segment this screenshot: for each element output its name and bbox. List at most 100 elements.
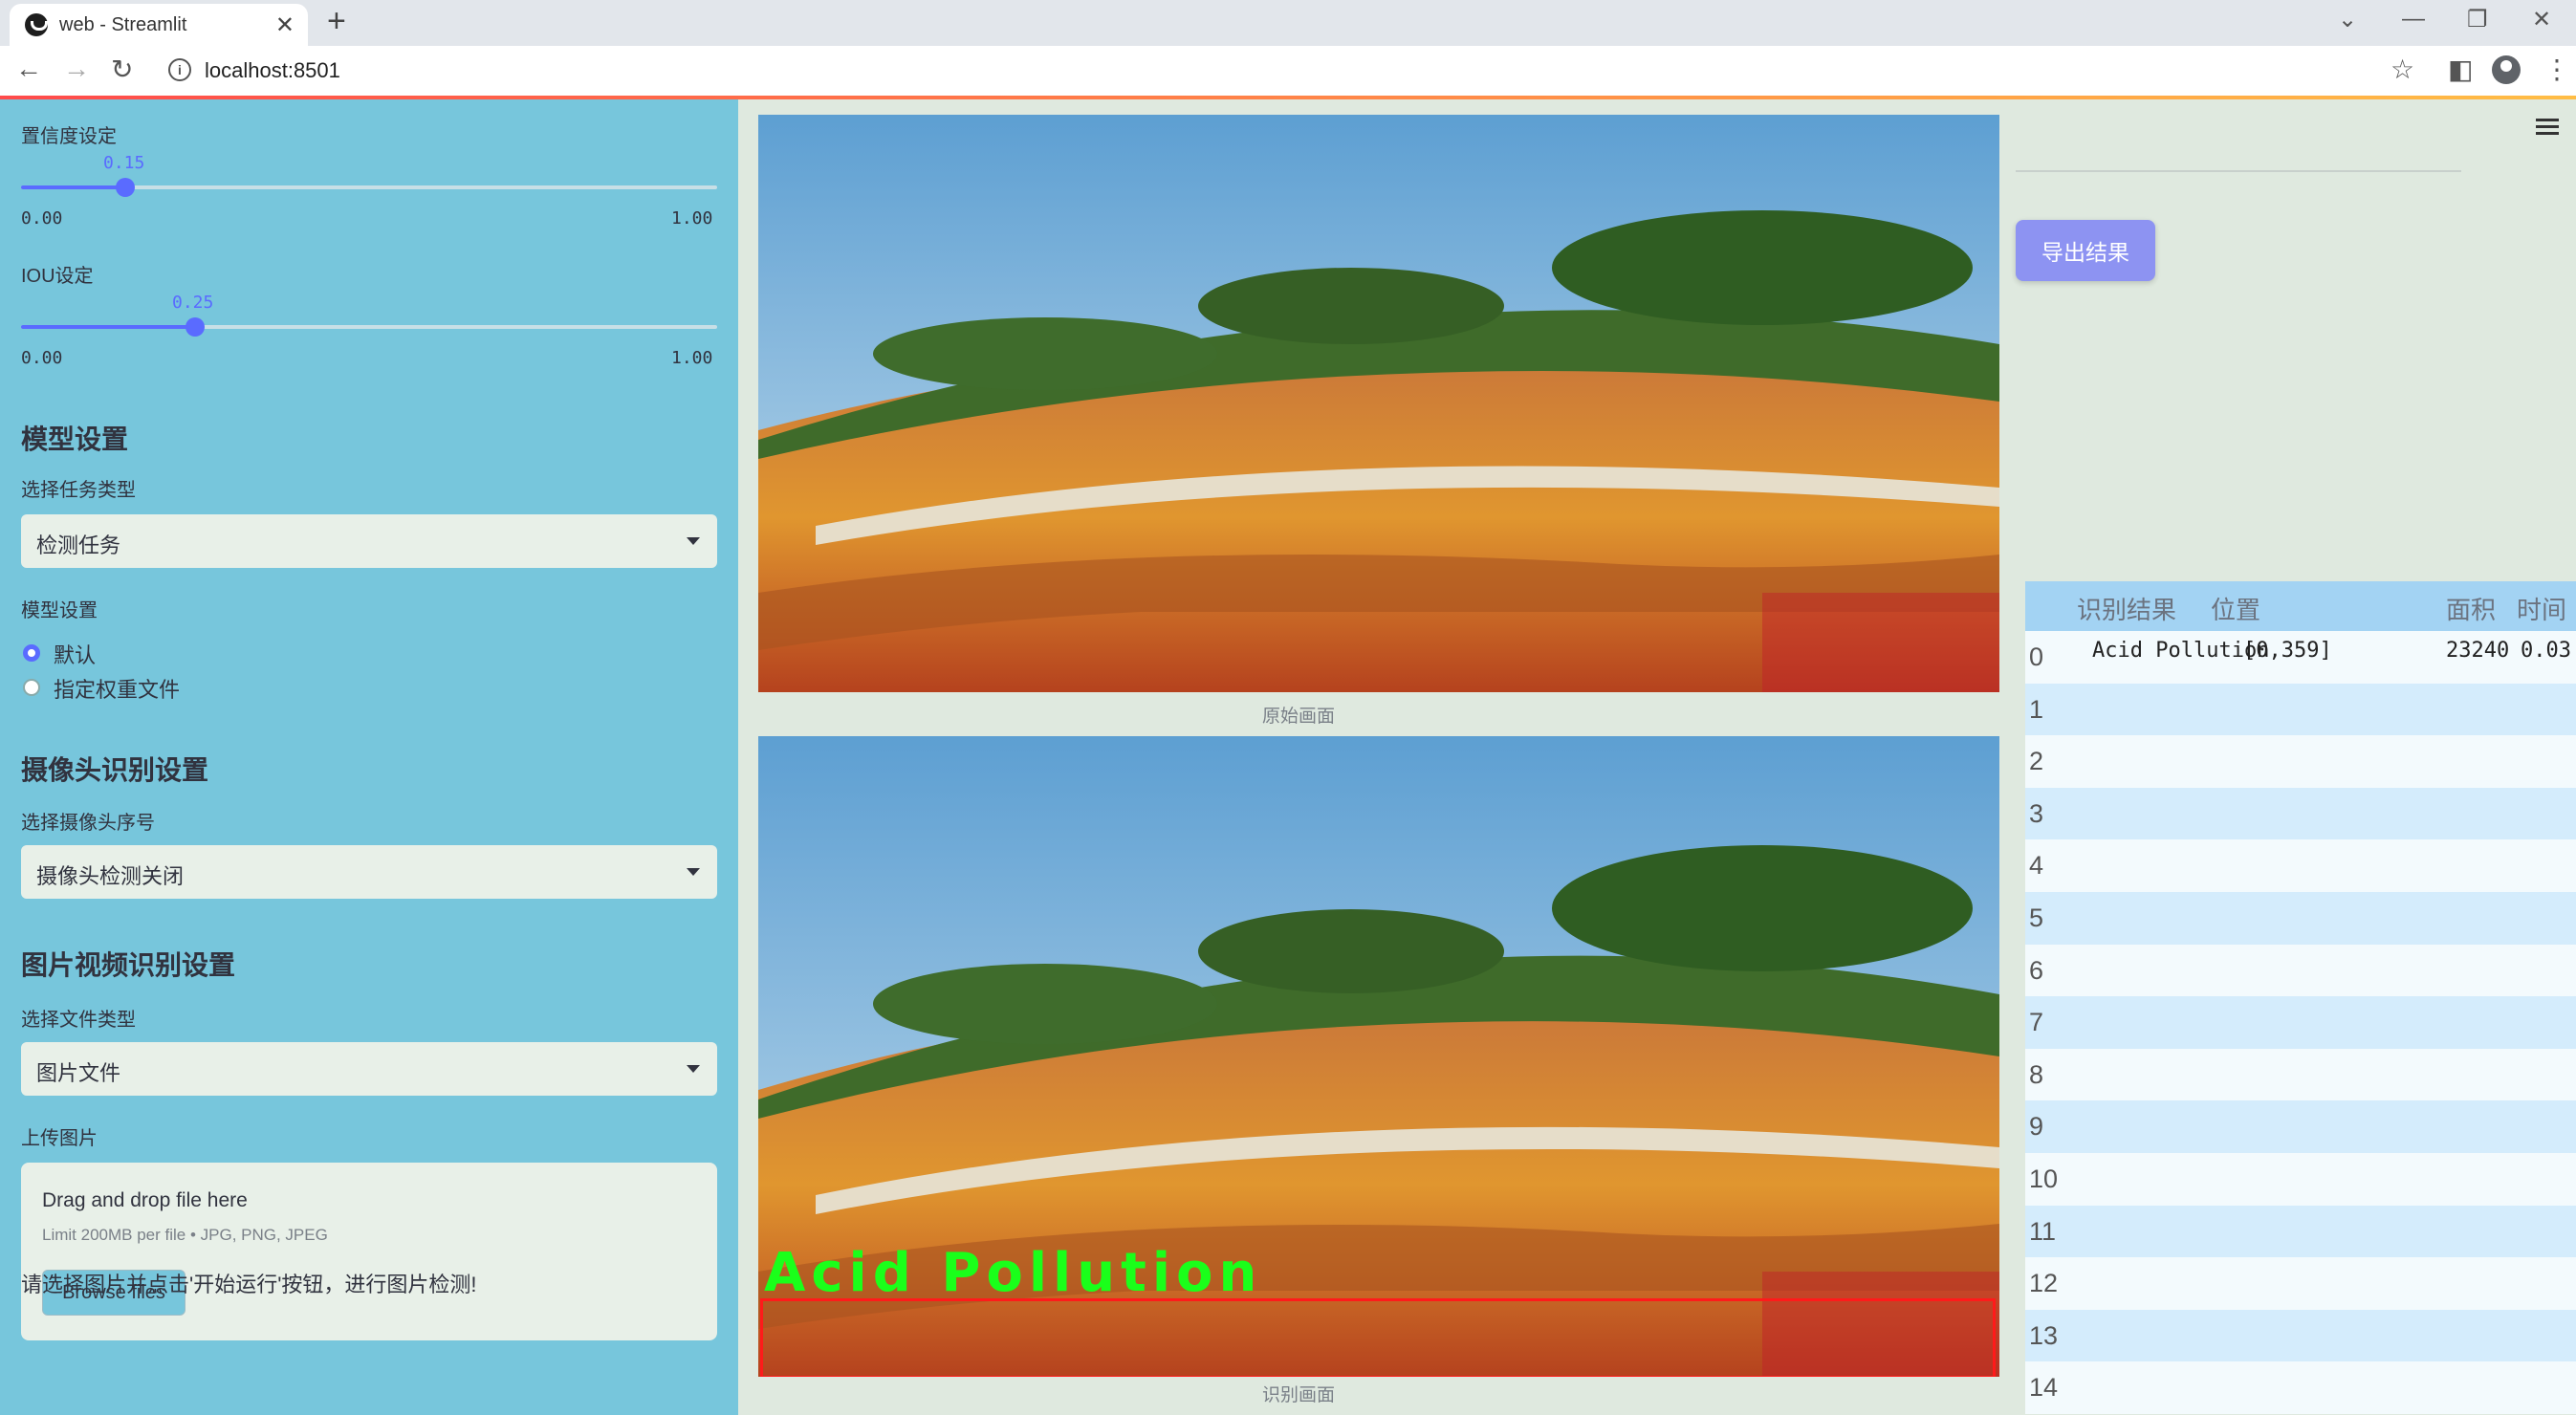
browser-tab-strip: web - Streamlit ✕ + ⌄ — ❐ ✕ [0,0,2576,46]
camera-index-select[interactable]: 摄像头检测关闭 [21,845,717,899]
table-header: 识别结果 位置 面积 时间 [2025,581,2576,631]
address-bar: ← → ↻ i localhost:8501 ☆ ◧ ⋮ [0,46,2576,96]
original-image [758,115,1999,692]
table-row[interactable]: 1 [2025,683,2576,736]
divider [2016,170,2461,172]
row-index: 12 [2029,1269,2059,1298]
table-row[interactable]: 10 [2025,1153,2576,1206]
iou-slider-fill [21,325,195,329]
back-icon[interactable]: ← [15,54,42,84]
tab-title: web - Streamlit [59,14,187,35]
media-settings-heading: 图片视频识别设置 [21,950,236,980]
confidence-slider-value: 0.15 [103,153,145,173]
task-type-select[interactable]: 检测任务 [21,514,717,568]
confidence-slider-thumb[interactable] [116,178,136,197]
table-row[interactable]: 14 [2025,1361,2576,1414]
table-row[interactable]: 12 [2025,1257,2576,1310]
chevron-down-icon [687,537,700,545]
radio-default[interactable] [23,644,40,662]
url-field[interactable]: localhost:8501 [205,58,340,83]
model-settings-heading: 模型设置 [21,424,129,454]
row-index: 10 [2029,1165,2059,1193]
row-index: 4 [2029,851,2044,881]
column-header-area[interactable]: 面积 [2446,591,2496,626]
results-table[interactable]: 识别结果 位置 面积 时间 0 Acid Pollution [0,359] 2324… [2025,581,2576,1415]
new-tab-button[interactable]: + [327,3,346,40]
weights-label: 模型设置 [21,600,98,621]
dropzone-limit: Limit 200MB per file • JPG, PNG, JPEG [42,1226,328,1244]
file-type-label: 选择文件类型 [21,1010,136,1031]
cell-position: [0,359] [2243,639,2332,663]
file-type-value: 图片文件 [36,1061,121,1085]
chevron-down-icon [687,1065,700,1073]
browser-menu-icon[interactable]: ⋮ [2543,54,2570,85]
iou-slider-thumb[interactable] [186,317,205,337]
table-row[interactable]: 4 [2025,839,2576,892]
camera-index-label: 选择摄像头序号 [21,813,155,834]
bookmark-star-icon[interactable]: ☆ [2390,54,2414,85]
confidence-slider-label: 置信度设定 [21,126,117,147]
file-type-select[interactable]: 图片文件 [21,1042,717,1096]
table-row[interactable]: 13 [2025,1309,2576,1362]
iou-slider-track[interactable] [21,317,717,337]
row-index: 13 [2029,1320,2059,1350]
table-row[interactable]: 3 [2025,787,2576,840]
iou-slider-min: 0.00 [21,348,63,368]
radio-custom-weights[interactable] [23,679,40,696]
table-row[interactable]: 5 [2025,892,2576,945]
minimize-icon[interactable]: — [2402,6,2425,33]
column-header-result[interactable]: 识别结果 [2077,591,2176,626]
chevron-down-icon [687,868,700,876]
column-header-position[interactable]: 位置 [2211,591,2260,626]
row-index: 11 [2029,1216,2057,1246]
row-index: 2 [2029,747,2044,776]
side-panel-icon[interactable]: ◧ [2448,54,2473,85]
table-row[interactable]: 2 [2025,735,2576,788]
reload-icon[interactable]: ↻ [111,54,133,85]
result-image-caption: 识别画面 [1261,1385,1335,1405]
tab-search-chevron-icon[interactable]: ⌄ [2338,6,2357,33]
radio-default-label[interactable]: 默认 [54,639,96,669]
iou-slider-value: 0.25 [172,293,214,313]
camera-settings-heading: 摄像头识别设置 [21,755,209,785]
hamburger-menu-icon[interactable] [2536,119,2559,139]
detection-label: Acid Pollution [764,1242,1263,1304]
table-row[interactable]: 8 [2025,1048,2576,1101]
close-window-icon[interactable]: ✕ [2532,6,2551,33]
iou-slider-max: 1.00 [671,348,713,368]
row-index: 1 [2029,694,2044,724]
forward-icon[interactable]: → [63,54,90,84]
file-uploader-dropzone[interactable]: Drag and drop file here Limit 200MB per … [21,1163,717,1340]
dropzone-title: Drag and drop file here [42,1189,248,1211]
column-header-time[interactable]: 时间 [2517,591,2566,626]
row-index: 3 [2029,798,2044,828]
profile-avatar-icon[interactable] [2492,55,2521,84]
row-index: 0 [2029,642,2044,671]
row-index: 8 [2029,1059,2044,1089]
iou-slider-label: IOU设定 [21,266,94,287]
table-row[interactable]: 7 [2025,996,2576,1049]
row-index: 9 [2029,1112,2044,1142]
restore-icon[interactable]: ❐ [2467,6,2488,33]
table-row[interactable]: 11 [2025,1205,2576,1258]
radio-custom-weights-label[interactable]: 指定权重文件 [54,673,180,704]
confidence-slider-track[interactable] [21,178,717,197]
row-index: 5 [2029,903,2044,932]
table-row[interactable]: 6 [2025,944,2576,997]
table-row[interactable]: 0 Acid Pollution [0,359] 23240 0.03 [2025,631,2576,684]
site-info-icon[interactable]: i [168,58,191,81]
result-image: Acid Pollution [758,736,1999,1377]
row-index: 7 [2029,1008,2044,1037]
browser-tab[interactable]: web - Streamlit ✕ [10,4,308,46]
table-row[interactable]: 9 [2025,1100,2576,1153]
export-results-button[interactable]: 导出结果 [2016,220,2155,281]
confidence-slider-min: 0.00 [21,208,63,229]
camera-index-value: 摄像头检测关闭 [36,864,185,888]
cell-time: 0.03 [2521,639,2571,663]
row-index: 6 [2029,955,2044,985]
detection-bounding-box [760,1298,1996,1377]
close-tab-icon[interactable]: ✕ [275,11,295,39]
cell-area: 23240 [2446,639,2510,663]
row-index: 14 [2029,1373,2059,1403]
original-image-caption: 原始画面 [1261,707,1335,727]
